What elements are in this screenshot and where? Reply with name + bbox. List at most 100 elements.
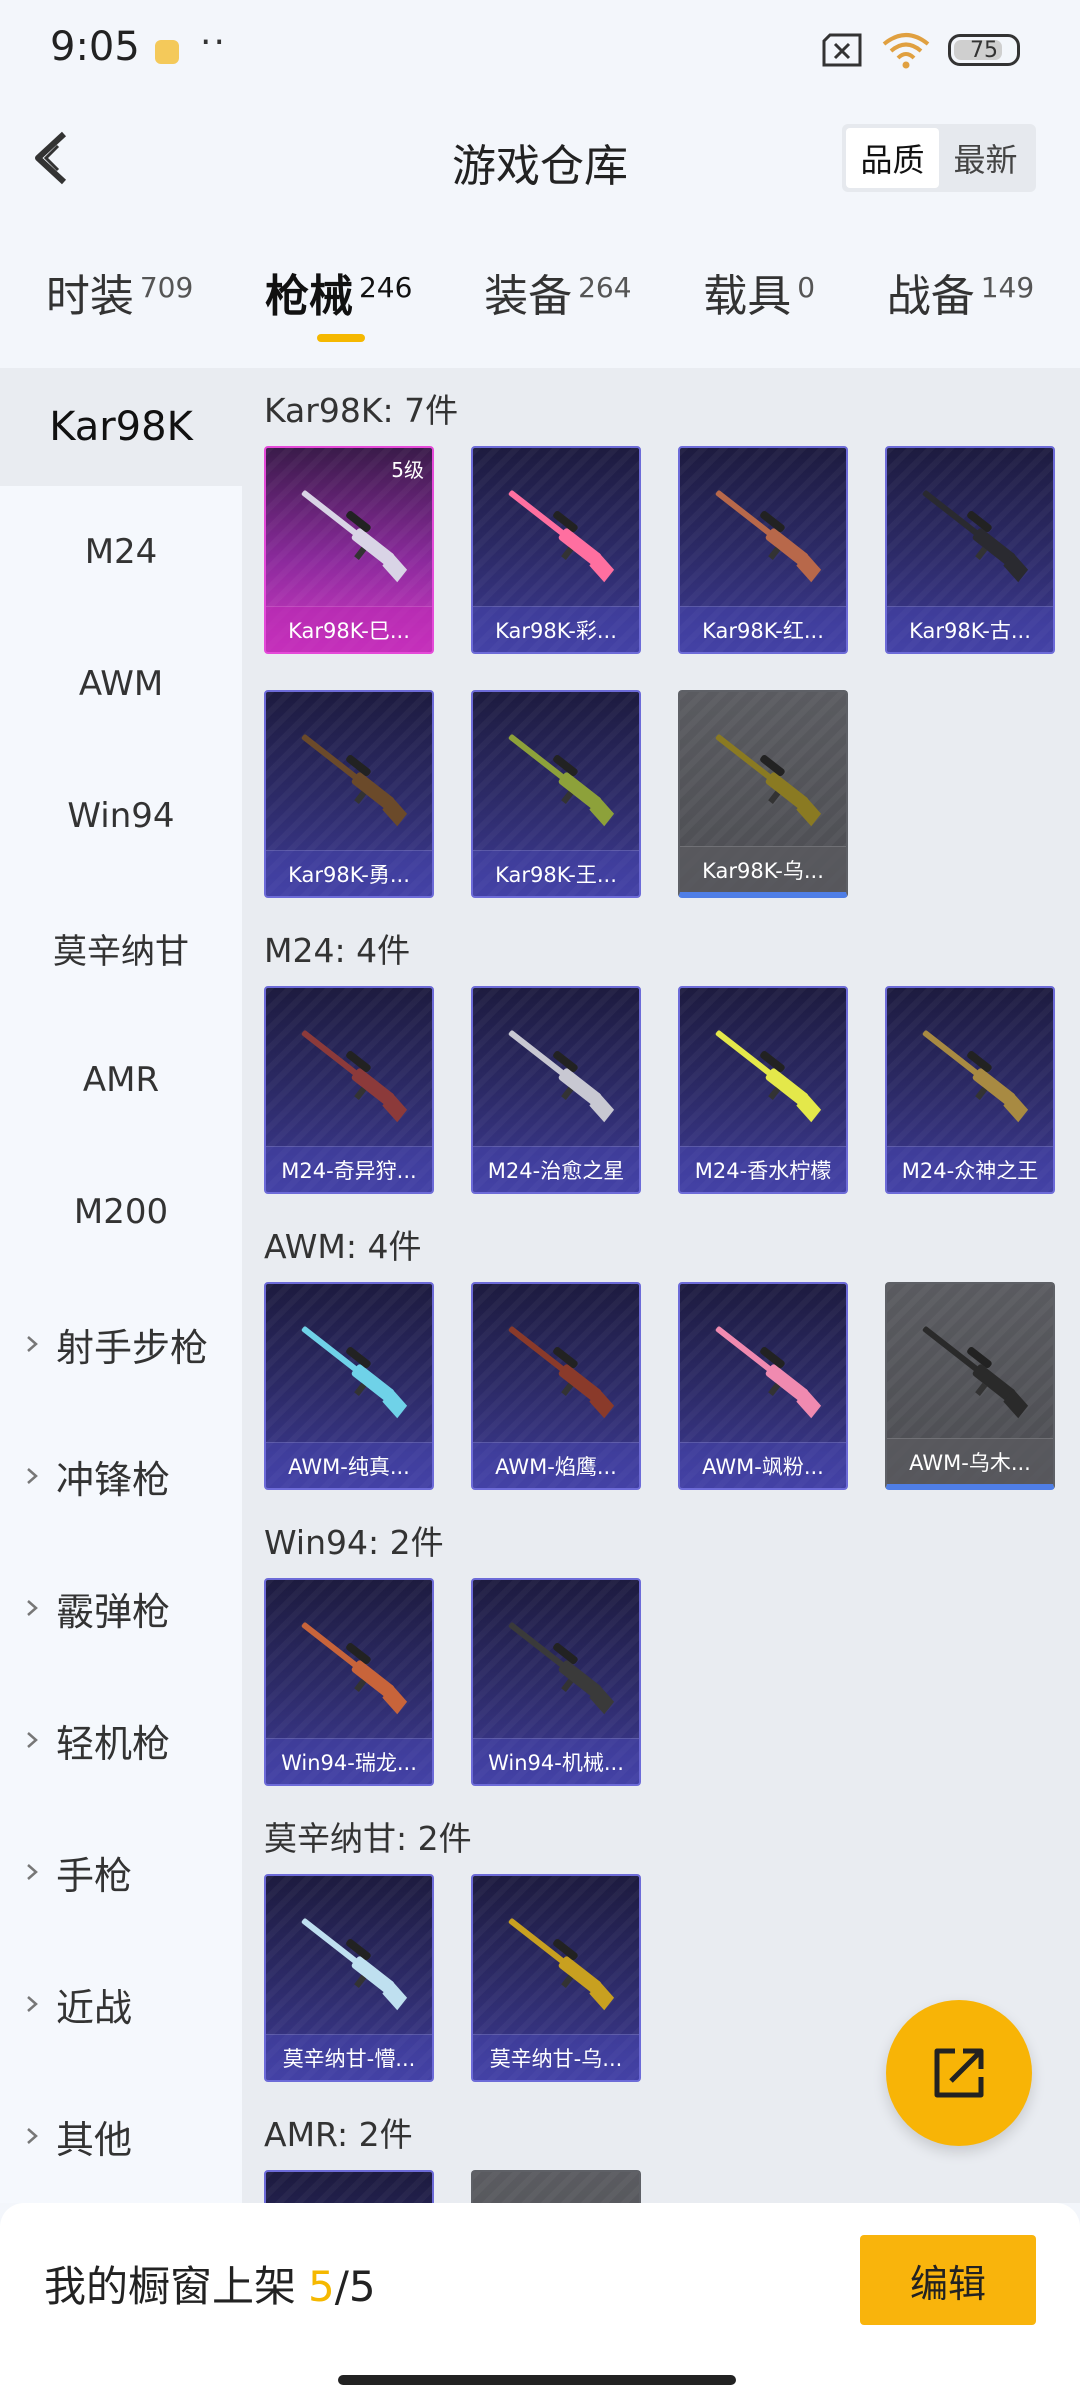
sort-toggle: 品质 最新 xyxy=(842,124,1036,192)
weapon-sidebar: Kar98K M24 AWM Win94 莫辛纳甘 AMR M200 射手步枪 … xyxy=(0,368,242,2203)
sidebar-group-shotgun[interactable]: 霰弹枪 xyxy=(0,1542,242,1674)
chevron-right-icon xyxy=(27,1468,38,1484)
rifle-icon xyxy=(301,734,408,827)
weapon-skin-card[interactable]: AWM-飒粉... xyxy=(678,1282,848,1490)
header: 游戏仓库 品质 最新 xyxy=(0,100,1080,220)
share-fab-button[interactable] xyxy=(886,2000,1032,2146)
sidebar-group-label: 冲锋枪 xyxy=(56,1457,171,1502)
weapon-skin-card[interactable]: Kar98K-彩... xyxy=(471,446,641,654)
edit-button[interactable]: 编辑 xyxy=(860,2235,1036,2325)
category-tabs: 时装 709 枪械 246 装备 264 载具 0 战备 149 xyxy=(0,230,1080,360)
sidebar-group-lmg[interactable]: 轻机枪 xyxy=(0,1674,242,1806)
sort-newest-button[interactable]: 最新 xyxy=(939,128,1032,188)
weapon-skin-card[interactable]: Win94-瑞龙... xyxy=(264,1578,434,1786)
sidebar-item-kar98k[interactable]: Kar98K xyxy=(0,368,242,486)
rifle-icon xyxy=(715,1030,822,1123)
sidebar-item-win94[interactable]: Win94 xyxy=(0,750,242,882)
rifle-icon xyxy=(508,1918,615,2011)
weapon-skin-card[interactable]: 莫辛纳甘-乌... xyxy=(471,1874,641,2082)
sidebar-group-other[interactable]: 其他 xyxy=(0,2070,242,2202)
sidebar-item-m24[interactable]: M24 xyxy=(0,486,242,618)
skin-name: Kar98K-彩... xyxy=(473,606,639,652)
weapon-skin-card[interactable]: AWM-焰鹰... xyxy=(471,1282,641,1490)
rifle-icon xyxy=(922,1030,1029,1123)
tab-count: 0 xyxy=(797,271,816,304)
tab-equipment[interactable]: 装备 264 xyxy=(484,230,631,324)
rifle-icon xyxy=(508,1326,615,1419)
skin-name: AWM-纯真... xyxy=(266,1442,432,1488)
skin-name: Win94-机械... xyxy=(473,1738,639,1784)
active-tab-indicator xyxy=(316,334,365,342)
weapon-skin-card[interactable]: Win94-机械... xyxy=(471,1578,641,1786)
section-title: M24: 4件 xyxy=(264,931,411,970)
skin-name: M24-众神之王 xyxy=(887,1146,1053,1192)
skin-name: Kar98K-古... xyxy=(887,606,1053,652)
section-title: AMR: 2件 xyxy=(264,2115,413,2154)
weapon-skin-card[interactable]: M24-香水柠檬 xyxy=(678,986,848,1194)
weapon-skin-card[interactable]: Kar98K-王... xyxy=(471,690,641,898)
sidebar-group-label: 射手步枪 xyxy=(56,1325,209,1370)
weapon-skin-card[interactable]: AWM-纯真... xyxy=(264,1282,434,1490)
weapon-skin-card[interactable]: Kar98K-勇... xyxy=(264,690,434,898)
share-icon xyxy=(934,2048,984,2098)
rifle-icon xyxy=(301,1326,408,1419)
skin-name: Kar98K-勇... xyxy=(266,850,432,896)
tab-label: 时装 xyxy=(45,271,134,322)
battery-icon: 75 xyxy=(948,34,1020,66)
weapon-skin-card[interactable]: 5级 Kar98K-巳... xyxy=(264,446,434,654)
sidebar-item-mosin[interactable]: 莫辛纳甘 xyxy=(0,882,242,1014)
weapon-skin-card[interactable]: Kar98K-红... xyxy=(678,446,848,654)
sidebar-item-awm[interactable]: AWM xyxy=(0,618,242,750)
sidebar-group-label: 近战 xyxy=(56,1985,133,2030)
sidebar-group-dmr[interactable]: 射手步枪 xyxy=(0,1278,242,1410)
tab-fashion[interactable]: 时装 709 xyxy=(46,230,193,324)
skin-name: Kar98K-巳... xyxy=(266,606,432,652)
rifle-icon xyxy=(715,490,822,583)
weapon-skin-card[interactable]: M24-奇异狩... xyxy=(264,986,434,1194)
sidebar-group-smg[interactable]: 冲锋枪 xyxy=(0,1410,242,1542)
rifle-icon xyxy=(301,1622,408,1715)
rifle-icon xyxy=(301,490,408,583)
weapon-skin-card[interactable]: M24-治愈之星 xyxy=(471,986,641,1194)
rifle-icon xyxy=(508,490,615,583)
tab-label: 装备 xyxy=(484,271,573,322)
skin-name: 莫辛纳甘-懵... xyxy=(266,2034,432,2080)
status-bar: 9:05 ·· 75 xyxy=(0,0,1080,100)
skin-name: Win94-瑞龙... xyxy=(266,1738,432,1784)
rifle-icon xyxy=(508,734,615,827)
sort-quality-button[interactable]: 品质 xyxy=(846,128,939,188)
skin-name: Kar98K-乌... xyxy=(680,846,846,892)
sidebar-item-amr[interactable]: AMR xyxy=(0,1014,242,1146)
sidebar-group-label: 其他 xyxy=(56,2117,133,2162)
showcase-status: 我的橱窗上架 5 /5 xyxy=(44,2253,376,2314)
home-indicator[interactable] xyxy=(338,2375,736,2385)
tab-vehicles[interactable]: 载具 0 xyxy=(703,230,815,324)
weapon-skin-card[interactable]: Kar98K-古... xyxy=(885,446,1055,654)
skin-name: M24-奇异狩... xyxy=(266,1146,432,1192)
tab-guns[interactable]: 枪械 246 xyxy=(265,230,413,342)
skin-name: 莫辛纳甘-乌... xyxy=(473,2034,639,2080)
sidebar-group-pistol[interactable]: 手枪 xyxy=(0,1806,242,1938)
showcase-used-count: 5 xyxy=(308,2262,335,2311)
weapon-skin-card[interactable] xyxy=(264,2170,434,2203)
section-title: 莫辛纳甘: 2件 xyxy=(264,1819,472,1858)
tab-count: 149 xyxy=(980,271,1035,304)
sidebar-group-label: 霰弹枪 xyxy=(56,1589,171,1634)
tab-count: 246 xyxy=(358,271,413,304)
skin-level-badge: 5级 xyxy=(391,458,424,482)
weapon-skin-card[interactable]: AWM-乌木... xyxy=(885,1282,1055,1490)
chevron-right-icon xyxy=(27,1732,38,1748)
skin-name: M24-治愈之星 xyxy=(473,1146,639,1192)
weapon-skin-card[interactable]: 莫辛纳甘-懵... xyxy=(264,1874,434,2082)
sidebar-item-m200[interactable]: M200 xyxy=(0,1146,242,1278)
tab-supplies[interactable]: 战备 149 xyxy=(887,230,1034,324)
chevron-right-icon xyxy=(27,1864,38,1880)
skin-name: AWM-乌木... xyxy=(887,1438,1053,1484)
sidebar-group-melee[interactable]: 近战 xyxy=(0,1938,242,2070)
weapon-skin-card[interactable] xyxy=(471,2170,641,2203)
section-title: Kar98K: 7件 xyxy=(264,391,459,430)
weapon-skin-card[interactable]: M24-众神之王 xyxy=(885,986,1055,1194)
wifi-icon xyxy=(882,33,930,69)
weapon-skin-card[interactable]: Kar98K-乌... xyxy=(678,690,848,898)
sidebar-group-label: 轻机枪 xyxy=(56,1721,171,1766)
